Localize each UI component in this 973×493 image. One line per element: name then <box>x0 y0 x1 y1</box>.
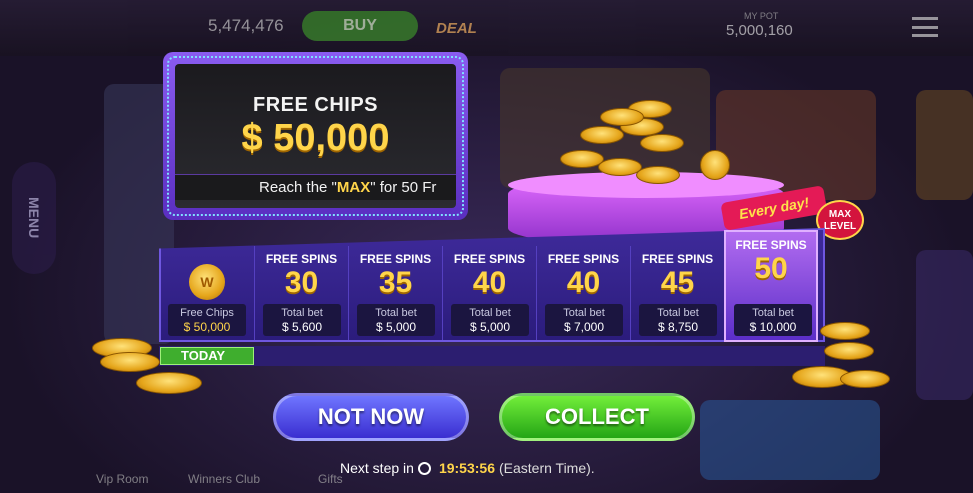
total-bet-box: Total bet $ 5,000 <box>451 304 529 336</box>
reward-cell: FREE SPINS 35 Total bet $ 5,000 <box>348 246 442 340</box>
total-bet-label: Total bet <box>375 307 417 319</box>
coin-icon <box>824 342 874 360</box>
coin-icon <box>840 370 890 388</box>
total-bet-box: Total bet $ 8,750 <box>639 304 717 336</box>
total-bet-label: Total bet <box>563 307 605 319</box>
top-bar: 5,474,476 BUY DEAL MY POT 5,000,160 <box>0 0 973 56</box>
reward-cell: FREE SPINS 40 Total bet $ 5,000 <box>442 246 536 340</box>
total-bet-value: $ 5,600 <box>281 320 323 334</box>
total-bet-value: $ 7,000 <box>563 320 605 334</box>
chip-balance: 5,474,476 <box>208 16 284 35</box>
collect-button[interactable]: COLLECT <box>499 393 695 441</box>
total-bet-label: Total bet <box>657 307 699 319</box>
total-bet-label: Total bet <box>752 307 794 319</box>
coin-icon <box>580 126 624 144</box>
progress-track <box>159 346 825 366</box>
reward-cell: FREE SPINS 45 Total bet $ 8,750 <box>630 246 724 340</box>
reward-label: FREE SPINS <box>359 252 432 266</box>
game-tile[interactable] <box>916 250 973 400</box>
reward-spins: 40 <box>566 266 601 299</box>
reward-label: FREE SPINS <box>735 238 807 252</box>
next-step-label: Next step in <box>340 460 414 476</box>
reward-label: FREE SPINS <box>641 252 714 266</box>
total-bet-label: Total bet <box>469 307 511 319</box>
coin-icon <box>640 134 684 152</box>
reward-cell-free-chips: W Free Chips $ 50,000 <box>160 246 254 340</box>
reward-spins: 50 <box>754 252 788 285</box>
next-step-info: Next step in 19:53:56 (Eastern Time). <box>340 460 595 476</box>
vip-room-label[interactable]: Vip Room <box>96 472 148 486</box>
coin-icon <box>700 150 730 180</box>
coin-icon <box>820 322 870 340</box>
daily-bonus-tile[interactable] <box>700 400 880 480</box>
not-now-button[interactable]: NOT NOW <box>273 393 469 441</box>
today-marker: TODAY <box>160 347 254 365</box>
billboard-title: FREE CHIPS <box>252 94 379 116</box>
reward-label: FREE SPINS <box>453 252 526 266</box>
reward-label: FREE SPINS <box>547 252 620 266</box>
ticker-highlight: MAX <box>336 179 371 196</box>
coin-icon <box>136 372 202 394</box>
reward-cell-max: FREE SPINS 50 Total bet $ 10,000 <box>724 230 818 342</box>
reward-cell: FREE SPINS 40 Total bet $ 7,000 <box>536 246 630 340</box>
chip-coin-icon: W <box>189 264 225 300</box>
reward-spins: 35 <box>378 266 413 299</box>
pot-value: 5,000,160 <box>726 22 793 39</box>
buy-button[interactable]: BUY <box>302 11 418 41</box>
coin-icon <box>100 352 160 372</box>
free-chips-value: $ 50,000 <box>183 320 231 334</box>
total-bet-value: $ 5,000 <box>469 320 511 334</box>
hamburger-menu-icon[interactable] <box>912 17 938 37</box>
billboard-amount: $ 50,000 <box>241 117 390 159</box>
free-chips-label: Free Chips <box>180 307 234 319</box>
timezone-label: (Eastern Time). <box>498 460 595 476</box>
gifts-label[interactable]: Gifts <box>318 472 343 486</box>
side-menu-button[interactable]: MENU <box>12 162 56 274</box>
coin-icon <box>636 166 680 184</box>
reward-spins: 40 <box>472 266 507 299</box>
total-bet-box: Total bet $ 7,000 <box>545 304 623 336</box>
total-bet-box: Total bet $ 5,000 <box>357 304 435 336</box>
total-bet-value: $ 8,750 <box>657 320 699 334</box>
reward-label: FREE SPINS <box>265 252 338 266</box>
reward-spins: 30 <box>284 266 319 299</box>
free-chips-billboard: FREE CHIPS $ 50,000 Reach the "MAX" for … <box>163 52 468 220</box>
total-bet-box: Total bet $ 10,000 <box>734 304 812 336</box>
reward-cell: FREE SPINS 30 Total bet $ 5,600 <box>254 246 348 340</box>
total-bet-label: Total bet <box>281 307 323 319</box>
deal-button[interactable]: DEAL <box>436 20 477 37</box>
billboard-screen: FREE CHIPS $ 50,000 Reach the "MAX" for … <box>175 64 456 208</box>
reward-spins: 45 <box>660 266 695 299</box>
winners-club-label[interactable]: Winners Club <box>188 472 260 486</box>
pot-label: MY POT <box>744 11 779 21</box>
ticker-prefix: Reach the " <box>259 179 337 196</box>
countdown-timer: 19:53:56 <box>438 460 495 476</box>
ticker-suffix: " for 50 Fr <box>370 179 437 196</box>
coin-icon <box>600 108 644 126</box>
side-menu-label: MENU <box>26 197 42 239</box>
clock-icon <box>417 462 431 475</box>
total-bet-box: Total bet $ 5,600 <box>263 304 341 336</box>
total-bet-value: $ 10,000 <box>749 320 797 334</box>
free-chips-box: Free Chips $ 50,000 <box>168 304 246 336</box>
total-bet-value: $ 5,000 <box>375 320 417 334</box>
game-tile[interactable] <box>916 90 973 200</box>
max-badge-line1: MAX <box>828 209 852 220</box>
billboard-ticker: Reach the "MAX" for 50 Fr <box>175 174 456 200</box>
